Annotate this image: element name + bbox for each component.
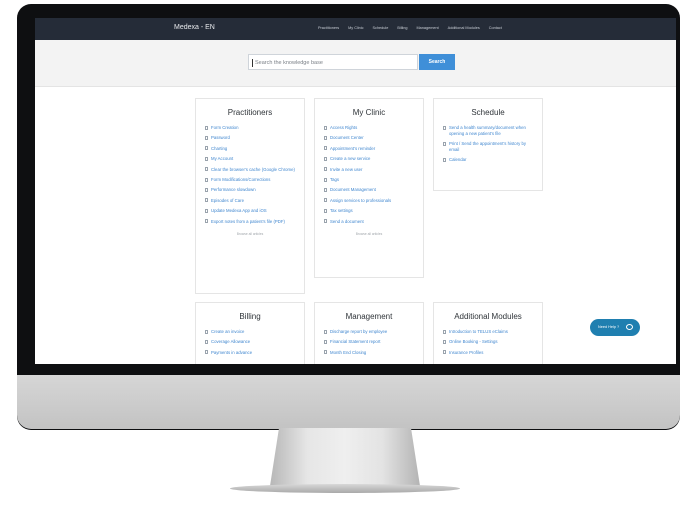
article-link[interactable]: Insurance Profiles	[443, 350, 534, 360]
document-icon	[443, 350, 446, 355]
document-icon	[205, 329, 208, 334]
search-input[interactable]: Search the knowledge base	[248, 54, 418, 70]
document-icon	[324, 177, 327, 182]
document-icon	[205, 339, 208, 344]
document-icon	[205, 125, 208, 130]
article-link[interactable]: Financial Statement report	[324, 339, 415, 349]
article-link[interactable]: Send a document	[324, 219, 415, 229]
document-icon	[205, 146, 208, 151]
document-icon	[324, 339, 327, 344]
document-icon	[205, 219, 208, 224]
category-title: Additional Modules	[454, 312, 522, 321]
article-link[interactable]: Clear the browser's cache (Google Chrome…	[205, 167, 296, 177]
category-card-management: Management Discharge report by employee …	[314, 302, 424, 364]
brand-logo[interactable]: Medexa - EN	[174, 24, 215, 31]
document-icon	[443, 141, 446, 146]
nav-link-billing[interactable]: Billing	[397, 26, 407, 30]
document-icon	[205, 167, 208, 172]
article-link[interactable]: Episodes of Care	[205, 198, 296, 208]
browse-all-link[interactable]: Browse all articles	[315, 232, 423, 236]
document-icon	[324, 125, 327, 130]
article-link[interactable]: Update Medexa App and iOS	[205, 208, 296, 218]
article-link[interactable]: Access Rights	[324, 125, 415, 135]
document-icon	[443, 125, 446, 130]
browse-all-link[interactable]: Browse all articles	[196, 232, 304, 236]
search-button[interactable]: Search	[419, 54, 455, 70]
article-link[interactable]: Document Center	[324, 135, 415, 145]
search-section: Search the knowledge base Search	[35, 40, 676, 87]
category-title: Practitioners	[227, 108, 273, 117]
article-link[interactable]: Charting	[205, 146, 296, 156]
nav-link-additional-modules[interactable]: Additional Modules	[448, 26, 480, 30]
document-icon	[324, 135, 327, 140]
monitor-base	[230, 484, 460, 493]
article-link[interactable]: Create an invoice	[205, 329, 296, 339]
article-link[interactable]: Appointment's reminder	[324, 146, 415, 156]
nav-link-my-clinic[interactable]: My Clinic	[348, 26, 363, 30]
article-link[interactable]: Month End Closing	[324, 350, 415, 360]
monitor-stand	[270, 428, 420, 486]
article-link[interactable]: Assign services to professionals	[324, 198, 415, 208]
document-icon	[205, 135, 208, 140]
document-icon	[205, 187, 208, 192]
document-icon	[205, 350, 208, 355]
article-link[interactable]: Calendar	[443, 157, 534, 167]
category-title: Management	[345, 312, 393, 321]
nav-link-contact[interactable]: Contact	[489, 26, 502, 30]
category-card-billing: Billing Create an invoice Coverage Allow…	[195, 302, 305, 364]
document-icon	[443, 339, 446, 344]
document-icon	[324, 198, 327, 203]
nav-links: Practitioners My Clinic Schedule Billing…	[318, 26, 502, 30]
article-link[interactable]: Print / Send the appointment's history b…	[443, 141, 534, 157]
document-icon	[205, 198, 208, 203]
category-title: Billing	[239, 312, 261, 321]
document-icon	[324, 167, 327, 172]
article-link[interactable]: Performance slowdown	[205, 187, 296, 197]
article-link[interactable]: Form Modifications/Corrections	[205, 177, 296, 187]
document-icon	[324, 350, 327, 355]
document-icon	[324, 187, 327, 192]
monitor-chin	[17, 375, 680, 429]
need-help-button[interactable]: Need Help ?	[590, 319, 640, 336]
article-link[interactable]: Introduction to TELUS eClaims	[443, 329, 534, 339]
document-icon	[324, 329, 327, 334]
document-icon	[324, 146, 327, 151]
document-icon	[324, 208, 327, 213]
category-title: My Clinic	[352, 108, 386, 117]
article-link[interactable]: Tax settings	[324, 208, 415, 218]
article-link[interactable]: Invite a new user	[324, 167, 415, 177]
article-link[interactable]: Export notes from a patient's file (PDF)	[205, 219, 296, 229]
need-help-label: Need Help ?	[598, 325, 620, 329]
document-icon	[324, 156, 327, 161]
document-icon	[443, 329, 446, 334]
chat-bubble-icon	[626, 323, 633, 330]
article-link[interactable]: Tags	[324, 177, 415, 187]
category-card-practitioners: Practitioners Form Creation Password Cha…	[195, 98, 305, 294]
category-card-my-clinic: My Clinic Access Rights Document Center …	[314, 98, 424, 278]
document-icon	[205, 208, 208, 213]
article-link[interactable]: Coverage Allowance	[205, 339, 296, 349]
category-title: Schedule	[471, 108, 505, 117]
article-link[interactable]: Discharge report by employee	[324, 329, 415, 339]
category-card-schedule: Schedule Send a health summary/document …	[433, 98, 543, 191]
article-link[interactable]: Online Booking - Settings	[443, 339, 534, 349]
article-link[interactable]: Payments in advance	[205, 350, 296, 360]
monitor-frame: Medexa - EN Practitioners My Clinic Sche…	[17, 4, 680, 430]
document-icon	[443, 157, 446, 162]
article-link[interactable]: My Account	[205, 156, 296, 166]
article-link[interactable]: Document Management	[324, 187, 415, 197]
nav-link-management[interactable]: Management	[417, 26, 439, 30]
nav-link-practitioners[interactable]: Practitioners	[318, 26, 339, 30]
nav-link-schedule[interactable]: Schedule	[373, 26, 389, 30]
category-card-additional-modules: Additional Modules Introduction to TELUS…	[433, 302, 543, 364]
article-link[interactable]: Form Creation	[205, 125, 296, 135]
screen: Medexa - EN Practitioners My Clinic Sche…	[35, 18, 676, 364]
document-icon	[205, 177, 208, 182]
document-icon	[324, 219, 327, 224]
article-link[interactable]: Send a health summary/document when open…	[443, 125, 534, 141]
article-link[interactable]: Password	[205, 135, 296, 145]
top-navbar: Medexa - EN Practitioners My Clinic Sche…	[35, 18, 676, 40]
article-link[interactable]: Create a new service	[324, 156, 415, 166]
document-icon	[205, 156, 208, 161]
